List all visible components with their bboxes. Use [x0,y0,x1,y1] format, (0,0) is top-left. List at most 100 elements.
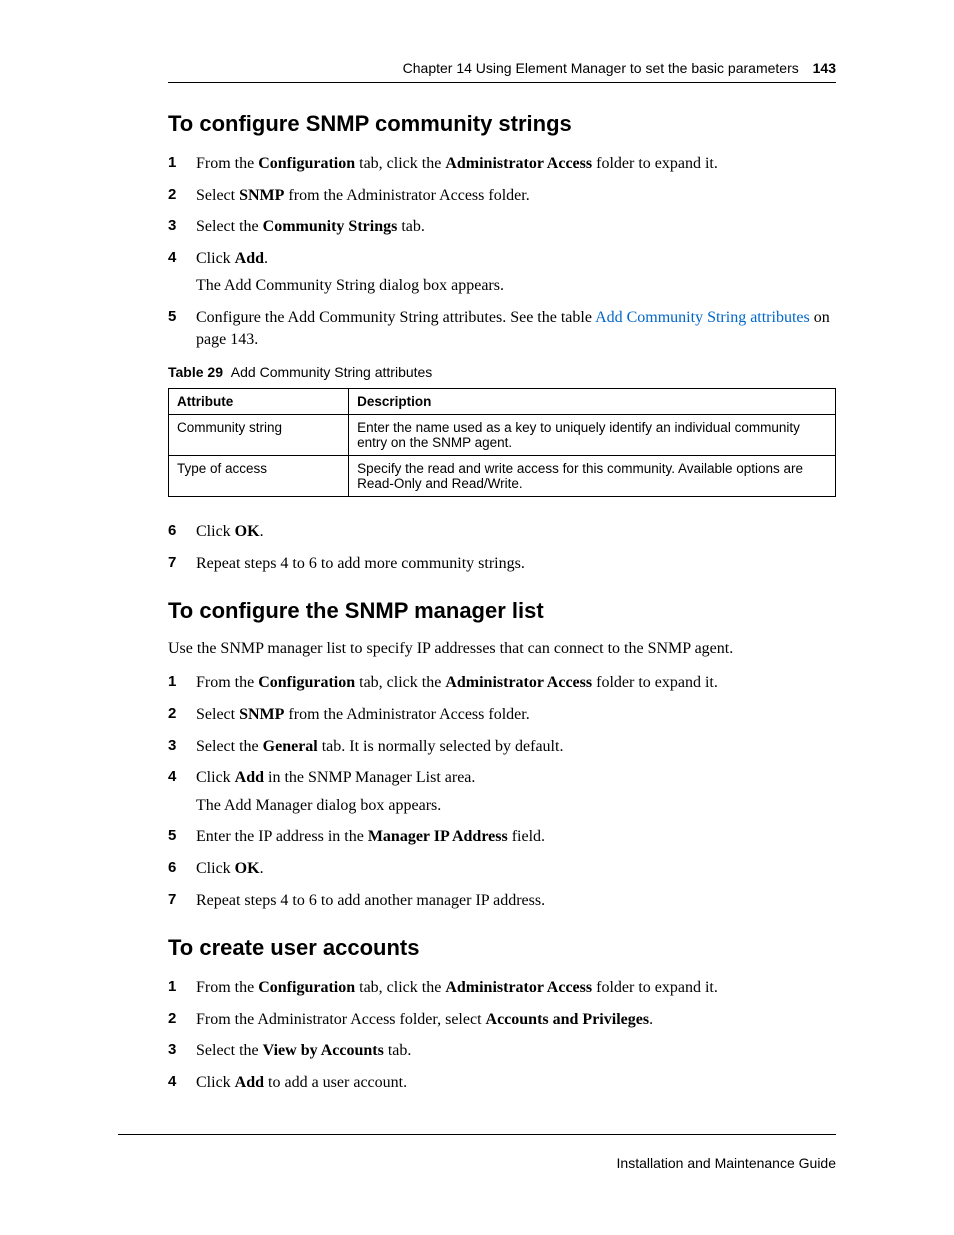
step-subtext: The Add Community String dialog box appe… [196,275,836,297]
heading-configure-snmp-manager-list: To configure the SNMP manager list [168,598,836,624]
step-text: Click Add in the SNMP Manager List area. [196,769,475,786]
steps-section3: 1 From the Configuration tab, click the … [168,977,836,1093]
text: Select the [196,218,263,235]
step-item: 3 Select the Community Strings tab. [168,216,836,238]
bold-text: Manager IP Address [368,828,508,845]
step-text: Select the General tab. It is normally s… [196,738,563,755]
table-row: Community string Enter the name used as … [169,415,836,456]
table-header-row: Attribute Description [169,389,836,415]
text: tab, click the [355,674,445,691]
bold-text: Add [235,1074,264,1091]
step-text: Select the View by Accounts tab. [196,1042,411,1059]
step-text: Enter the IP address in the Manager IP A… [196,828,545,845]
bold-text: SNMP [239,187,284,204]
text: Select the [196,738,263,755]
text: to add a user account. [264,1074,407,1091]
cell-description: Specify the read and write access for th… [349,456,836,497]
step-text: From the Configuration tab, click the Ad… [196,155,718,172]
text: From the [196,674,258,691]
text: Click [196,1074,235,1091]
step-item: 4 Click Add in the SNMP Manager List are… [168,767,836,816]
bold-text: Configuration [258,674,355,691]
step-item: 5 Configure the Add Community String att… [168,307,836,350]
step-text: Configure the Add Community String attri… [196,309,830,348]
text: Select the [196,1042,263,1059]
step-text: Select SNMP from the Administrator Acces… [196,187,530,204]
running-header: Chapter 14 Using Element Manager to set … [168,60,836,76]
step-number: 4 [168,1072,176,1092]
text: Click [196,250,235,267]
step-text: Repeat steps 4 to 6 to add more communit… [196,555,525,572]
step-item: 3 Select the View by Accounts tab. [168,1040,836,1062]
step-item: 2 Select SNMP from the Administrator Acc… [168,704,836,726]
step-number: 2 [168,704,176,724]
cell-description: Enter the name used as a key to uniquely… [349,415,836,456]
step-item: 6 Click OK. [168,521,836,543]
steps-section1: 1 From the Configuration tab, click the … [168,153,836,350]
text: tab. [384,1042,412,1059]
step-subtext: The Add Manager dialog box appears. [196,795,836,817]
table-title: Add Community String attributes [231,364,433,380]
cell-attribute: Community string [169,415,349,456]
step-number: 3 [168,736,176,756]
cell-attribute: Type of access [169,456,349,497]
table-caption: Table 29 Add Community String attributes [168,364,836,380]
bold-text: Configuration [258,979,355,996]
step-text: Select the Community Strings tab. [196,218,425,235]
step-text: Click Add. [196,250,268,267]
bold-text: OK [235,523,260,540]
bold-text: Configuration [258,155,355,172]
link-add-community-string-attributes[interactable]: Add Community String attributes [595,309,810,326]
step-number: 2 [168,185,176,205]
text: . [264,250,268,267]
header-rule [168,82,836,83]
text: From the Administrator Access folder, se… [196,1011,486,1028]
step-number: 6 [168,521,176,541]
bold-text: View by Accounts [263,1042,384,1059]
table-row: Type of access Specify the read and writ… [169,456,836,497]
text: From the [196,979,258,996]
page-number: 143 [813,60,836,76]
table-label: Table 29 [168,364,223,380]
text: . [649,1011,653,1028]
intro-text: Use the SNMP manager list to specify IP … [168,640,836,658]
step-number: 3 [168,1040,176,1060]
step-item: 2 Select SNMP from the Administrator Acc… [168,185,836,207]
text: Select [196,706,239,723]
steps-section1-cont: 6 Click OK. 7 Repeat steps 4 to 6 to add… [168,521,836,574]
text: folder to expand it. [592,979,718,996]
text: . [260,860,264,877]
step-text: Click Add to add a user account. [196,1074,407,1091]
text: . [260,523,264,540]
step-number: 1 [168,672,176,692]
text: Configure the Add Community String attri… [196,309,595,326]
step-number: 5 [168,307,176,327]
bold-text: SNMP [239,706,284,723]
step-number: 1 [168,977,176,997]
step-item: 1 From the Configuration tab, click the … [168,153,836,175]
step-text: Select SNMP from the Administrator Acces… [196,706,530,723]
step-number: 4 [168,767,176,787]
text: tab. It is normally selected by default. [318,738,564,755]
text: field. [508,828,545,845]
step-item: 7 Repeat steps 4 to 6 to add another man… [168,890,836,912]
text: tab, click the [355,155,445,172]
text: Enter the IP address in the [196,828,368,845]
step-text: Click OK. [196,860,264,877]
text: Select [196,187,239,204]
step-text: From the Configuration tab, click the Ad… [196,979,718,996]
text: from the Administrator Access folder. [284,187,529,204]
step-number: 3 [168,216,176,236]
text: tab, click the [355,979,445,996]
footer-rule [118,1134,836,1135]
step-item: 5 Enter the IP address in the Manager IP… [168,826,836,848]
step-text: From the Administrator Access folder, se… [196,1011,653,1028]
bold-text: General [263,738,318,755]
chapter-title: Chapter 14 Using Element Manager to set … [403,60,799,76]
col-attribute: Attribute [169,389,349,415]
bold-text: Add [235,250,264,267]
step-number: 7 [168,890,176,910]
step-item: 4 Click Add. The Add Community String di… [168,248,836,297]
table-add-community-string-attributes: Attribute Description Community string E… [168,388,836,497]
footer-text: Installation and Maintenance Guide [617,1155,836,1171]
